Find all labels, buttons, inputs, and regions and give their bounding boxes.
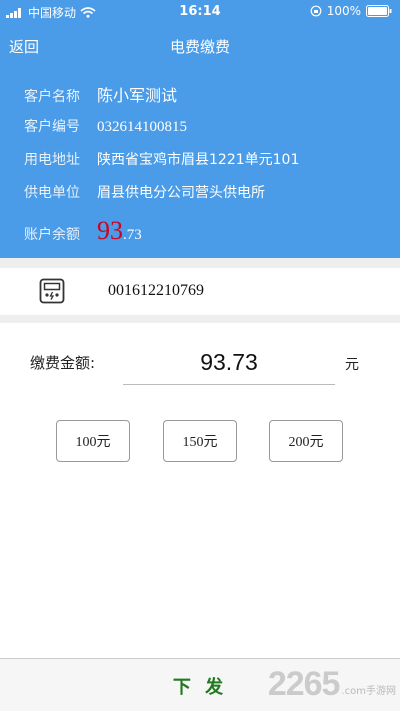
customer-name-row: 客户名称 陈小军测试 bbox=[24, 82, 177, 106]
site-watermark: 2265 .com手游网 bbox=[268, 665, 396, 704]
watermark-number: 2265 bbox=[267, 665, 341, 703]
meter-row[interactable]: 001612210769 bbox=[0, 268, 400, 315]
status-right: 100% bbox=[310, 4, 392, 18]
currency-unit: 元 bbox=[345, 357, 359, 373]
section-divider bbox=[0, 258, 400, 268]
submit-button[interactable]: 下 发 bbox=[150, 673, 250, 699]
address-value: 陕西省宝鸡市眉县1221单元101 bbox=[97, 152, 300, 168]
quick-amount-150-button[interactable]: 150元 bbox=[163, 420, 237, 462]
customer-id-value: 032614100815 bbox=[97, 119, 187, 135]
balance-integer: 93 bbox=[97, 216, 123, 245]
customer-name-label: 客户名称 bbox=[24, 89, 80, 105]
address-label: 用电地址 bbox=[24, 152, 80, 168]
quick-amount-200-button[interactable]: 200元 bbox=[269, 420, 343, 462]
address-row: 用电地址 陕西省宝鸡市眉县1221单元101 bbox=[24, 149, 299, 173]
electric-meter-icon bbox=[39, 278, 65, 304]
balance-label: 账户余额 bbox=[24, 227, 80, 243]
supplier-row: 供电单位 眉县供电分公司营头供电所 bbox=[24, 182, 265, 206]
bottom-bar: 下 发 2265 .com手游网 bbox=[0, 658, 400, 711]
section-divider-2 bbox=[0, 315, 400, 323]
amount-input[interactable] bbox=[123, 340, 335, 385]
customer-id-row: 客户编号 032614100815 bbox=[24, 116, 187, 140]
amount-label: 缴费金额: bbox=[30, 354, 96, 372]
customer-name-value: 陈小军测试 bbox=[97, 86, 178, 105]
header-panel: 中国移动 16:14 100% 返回 电费缴费 客户名称 陈小军测试 客户编号 … bbox=[0, 0, 400, 258]
balance-row: 账户余额 93.73 bbox=[24, 216, 142, 245]
quick-amount-100-button[interactable]: 100元 bbox=[56, 420, 130, 462]
balance-value: 93.73 bbox=[97, 216, 142, 246]
watermark-site: .com手游网 bbox=[341, 686, 396, 697]
page-title: 电费缴费 bbox=[169, 38, 230, 56]
supplier-value: 眉县供电分公司营头供电所 bbox=[97, 185, 265, 201]
status-bar: 中国移动 16:14 100% bbox=[0, 0, 400, 24]
battery-percent: 100% bbox=[326, 4, 361, 18]
rotation-lock-icon bbox=[310, 5, 322, 17]
meter-number: 001612210769 bbox=[108, 282, 204, 299]
battery-icon bbox=[366, 5, 392, 17]
nav-bar: 返回 电费缴费 bbox=[0, 24, 400, 68]
customer-id-label: 客户编号 bbox=[24, 119, 80, 135]
balance-decimal: .73 bbox=[123, 227, 142, 243]
supplier-label: 供电单位 bbox=[24, 185, 80, 201]
